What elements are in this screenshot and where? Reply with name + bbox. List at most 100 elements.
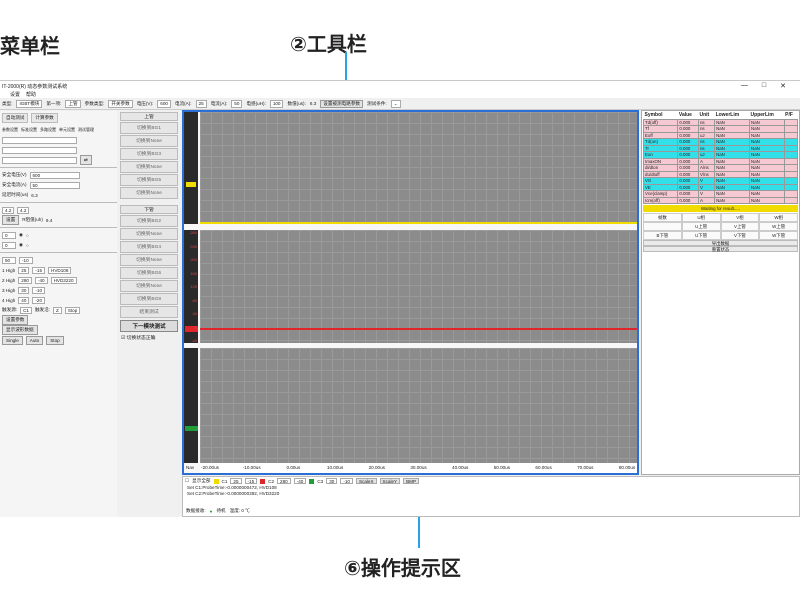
tab-auto-test[interactable]: 自动测试	[2, 113, 29, 123]
channel-offset-input[interactable]: -10	[340, 478, 353, 484]
switch-button[interactable]: ⇄	[80, 155, 92, 165]
waveform-pane-1[interactable]	[200, 112, 637, 224]
switch-none-button[interactable]: 切换到None	[120, 135, 178, 147]
channel-scale-input[interactable]: 30	[326, 478, 338, 484]
close-icon[interactable]: ✕	[780, 82, 786, 90]
set-params-button[interactable]: 设置参数	[2, 315, 29, 325]
phase-grid-cell[interactable]: W上管	[759, 222, 798, 231]
stop-select[interactable]: Stop	[64, 306, 81, 314]
show-waveform-button[interactable]: 显示波形数据	[2, 325, 38, 335]
param-b-input[interactable]: 4.2	[17, 206, 29, 214]
param-a-input[interactable]: 4.2	[2, 206, 14, 214]
switch-bg2-button[interactable]: 切换到BG2	[120, 215, 178, 227]
phase-grid-cell[interactable]	[643, 222, 682, 231]
radio-on[interactable]: ○	[26, 233, 29, 238]
menu-item-help[interactable]: 帮助	[26, 91, 36, 98]
count-input[interactable]: 0	[2, 231, 16, 239]
marker-c3[interactable]	[185, 426, 198, 431]
pulse-delay-input[interactable]: -10	[19, 256, 33, 264]
oscilloscope-area[interactable]: 280 240 200 160 120 80 40 0 -40 Nav -20.00us -10.…	[182, 110, 639, 475]
show-all-checkbox[interactable]: ☐	[185, 478, 189, 484]
pulse-1-low[interactable]: -15	[32, 266, 46, 274]
phase-grid-cell[interactable]: V相	[720, 213, 760, 222]
tab-multi-setting[interactable]: 多路设置	[40, 127, 56, 133]
pulse-4-high[interactable]: 40	[18, 296, 30, 304]
single-button[interactable]: Single	[2, 335, 23, 345]
probe-2-select[interactable]: HVD3220	[50, 276, 77, 284]
marker-c1[interactable]	[186, 182, 196, 187]
slope-input[interactable]: Z	[53, 306, 62, 314]
switch-bg1-button[interactable]: 切换到BG1	[120, 122, 178, 134]
phase-grid-cell[interactable]: V下管	[720, 231, 760, 240]
switch-none-button[interactable]: 切换到None	[120, 187, 178, 199]
radio-off-2[interactable]: ◉	[19, 242, 23, 248]
switch-bg4-button[interactable]: 切换到BG4	[120, 241, 178, 253]
tab-param-setting[interactable]: 参数设置	[2, 127, 18, 133]
phase-grid-cell[interactable]: U相	[681, 213, 721, 222]
radio-off[interactable]: ◉	[19, 232, 23, 238]
channel-color-swatch[interactable]	[309, 478, 315, 484]
switch-none-button[interactable]: 切换到None	[120, 228, 178, 240]
switch-none-button[interactable]: 切换到None	[120, 254, 178, 266]
phase-grid-cell[interactable]: 帧数	[643, 213, 682, 222]
switch-none-button[interactable]: 切换到None	[120, 280, 178, 292]
pulse-3-low[interactable]: -10	[32, 286, 46, 294]
pulse-3-high[interactable]: 30	[18, 286, 30, 294]
phase-grid-cell[interactable]: W相	[759, 213, 798, 222]
serial-input[interactable]	[2, 146, 77, 154]
channel-scale-input[interactable]: 280	[277, 478, 291, 484]
trigger-select[interactable]: C1	[20, 306, 32, 314]
current1-input[interactable]: 25	[195, 99, 207, 108]
menu-item-settings[interactable]: 设置	[10, 91, 20, 98]
settings-button[interactable]: 设置	[2, 215, 20, 225]
voltage-input[interactable]: 600	[157, 99, 171, 108]
param-type-select[interactable]: 开关参数	[108, 99, 133, 108]
maximize-icon[interactable]: □	[762, 82, 766, 90]
test-condition-select[interactable]: ⌄	[390, 99, 401, 108]
setup-circuit-button[interactable]: 设置被测电路参数	[320, 99, 364, 108]
tab-standard-setting[interactable]: 标准设置	[21, 127, 37, 133]
waveform-pane-2[interactable]	[200, 230, 637, 343]
model-select[interactable]	[2, 136, 77, 144]
tab-unit-setting[interactable]: 单元设置	[59, 127, 75, 133]
channel-select[interactable]	[2, 156, 77, 164]
safety-voltage-input[interactable]: 600	[29, 171, 80, 179]
channel-offset-input[interactable]: -15	[244, 478, 258, 484]
channel-offset-input[interactable]: -40	[293, 478, 307, 484]
switch-bg5-button[interactable]: 切换到BG5	[120, 174, 178, 186]
scale-x-button[interactable]: ScaleX	[355, 478, 377, 484]
tab-calc-params[interactable]: 计算参数	[31, 113, 58, 123]
scale-y-button[interactable]: ScaleY	[379, 478, 401, 484]
bmp-button[interactable]: BMP	[403, 478, 420, 484]
stop-button[interactable]: Stop	[46, 335, 64, 345]
type-select[interactable]: IGBT模块	[16, 99, 43, 108]
radio-on-2[interactable]: ○	[26, 243, 29, 248]
end-test-button[interactable]: 结束测试	[120, 306, 178, 318]
pulse-input[interactable]: 50	[2, 256, 16, 264]
next-module-button[interactable]: 下一模块测试	[120, 320, 178, 332]
waveform-pane-3[interactable]	[200, 348, 637, 463]
phase-grid-cell[interactable]: W下管	[759, 231, 798, 240]
switch-state-checkbox[interactable]: ☑	[121, 336, 125, 341]
switch-none-button[interactable]: 切换到None	[120, 161, 178, 173]
safety-current-input[interactable]: 50	[29, 181, 80, 189]
pulse-2-low[interactable]: -40	[34, 276, 48, 284]
pulse-1-high[interactable]: 25	[18, 266, 30, 274]
channel-scale-input[interactable]: 25	[230, 478, 242, 484]
phase-grid-cell[interactable]: U下管	[681, 231, 721, 240]
first-item-select[interactable]: 上管	[65, 99, 81, 108]
inductance-input[interactable]: 100	[269, 99, 284, 108]
switch-bg3-button[interactable]: 切换到BG3	[120, 148, 178, 160]
pulse-2-high[interactable]: 280	[18, 276, 32, 284]
channel-color-swatch[interactable]	[260, 478, 266, 484]
current2-input[interactable]: 50	[231, 99, 243, 108]
reset-state-button[interactable]: 重置状态	[643, 246, 798, 252]
auto-button[interactable]: Auto	[25, 335, 44, 345]
phase-grid-cell[interactable]: B下管	[643, 231, 682, 240]
minimize-icon[interactable]: —	[741, 82, 748, 90]
probe-1-select[interactable]: HVD108	[48, 266, 72, 274]
tab-test-manage[interactable]: 测试管理	[78, 127, 94, 133]
switch-bg8-button[interactable]: 切换到BG8	[120, 293, 178, 305]
channel-color-swatch[interactable]	[213, 478, 219, 484]
phase-grid-cell[interactable]: U上管	[681, 222, 721, 231]
